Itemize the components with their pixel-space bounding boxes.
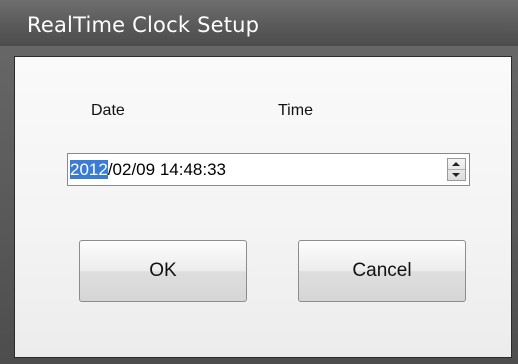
- dialog-window: RealTime Clock Setup Date Time 2012/02/0…: [0, 0, 518, 364]
- datetime-rest[interactable]: /02/09 14:48:33: [108, 160, 226, 179]
- datetime-spinner[interactable]: [447, 158, 466, 181]
- title-bar[interactable]: RealTime Clock Setup: [0, 0, 518, 46]
- datetime-picker[interactable]: 2012/02/09 14:48:33: [67, 153, 470, 186]
- ok-button[interactable]: OK: [79, 240, 247, 302]
- datetime-value[interactable]: 2012/02/09 14:48:33: [70, 160, 226, 180]
- dialog-body: Date Time 2012/02/09 14:48:33 OK Cancel: [14, 56, 512, 358]
- date-label: Date: [91, 102, 125, 119]
- datetime-selected-year[interactable]: 2012: [70, 160, 108, 179]
- up-arrow-icon[interactable]: [448, 159, 465, 170]
- time-label: Time: [278, 102, 313, 119]
- cancel-button[interactable]: Cancel: [298, 240, 466, 302]
- window-title: RealTime Clock Setup: [27, 13, 260, 37]
- down-arrow-icon[interactable]: [448, 170, 465, 180]
